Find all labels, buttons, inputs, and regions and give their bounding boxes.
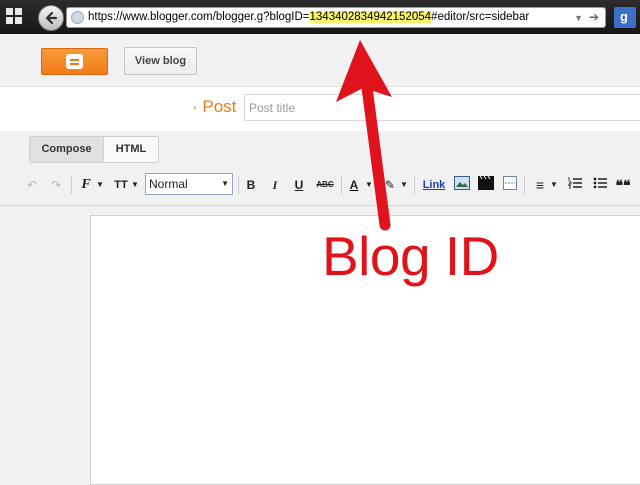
app-header: View blog: [0, 34, 640, 87]
search-engine-button[interactable]: g: [614, 7, 636, 28]
align-icon[interactable]: ≡: [532, 176, 548, 194]
formatting-toolbar: ↶ ↷ F ▼ TT ▼ Normal ▼ B I U ABC A ▼ ✎ ▼ …: [0, 167, 640, 206]
underline-button[interactable]: U: [292, 176, 306, 194]
back-arrow-icon: [45, 11, 58, 25]
format-select-value: Normal: [149, 177, 188, 191]
blogger-icon: [66, 54, 83, 69]
chevron-down-icon[interactable]: ▼: [130, 176, 140, 194]
format-select[interactable]: Normal ▼: [145, 173, 233, 195]
font-family-icon[interactable]: F: [78, 176, 94, 194]
toolbar-divider: [71, 176, 72, 194]
chevron-down-icon: ▼: [221, 179, 229, 188]
toolbar-divider: [238, 176, 239, 194]
browser-bar: https://www.blogger.com/blogger.g?blogID…: [0, 0, 640, 34]
back-button[interactable]: [38, 5, 64, 31]
post-title-input[interactable]: [244, 94, 640, 121]
chevron-down-icon[interactable]: ▼: [574, 13, 583, 23]
windows-icon[interactable]: [6, 8, 24, 26]
view-blog-button[interactable]: View blog: [124, 47, 197, 75]
bold-button[interactable]: B: [244, 176, 258, 194]
bulleted-list-icon[interactable]: [592, 176, 608, 194]
google-icon: g: [620, 9, 628, 24]
chevron-down-icon[interactable]: ▼: [95, 176, 105, 194]
tab-html[interactable]: HTML: [103, 136, 159, 163]
link-button[interactable]: Link: [421, 176, 447, 194]
toolbar-divider: [341, 176, 342, 194]
blogger-logo-button[interactable]: [41, 48, 108, 75]
redo-icon[interactable]: ↷: [48, 176, 64, 194]
chevron-down-icon[interactable]: ▼: [364, 176, 374, 194]
globe-icon: [71, 11, 84, 24]
mode-tabs: Compose HTML: [0, 131, 640, 167]
post-body-editor[interactable]: [90, 215, 640, 485]
blog-id-highlight: 1343402834942152054: [309, 11, 432, 23]
video-icon[interactable]: [478, 175, 494, 194]
font-size-icon[interactable]: TT: [112, 176, 130, 194]
numbered-list-icon[interactable]: [567, 176, 583, 194]
image-icon[interactable]: [454, 176, 470, 194]
undo-icon[interactable]: ↶: [24, 176, 40, 194]
tab-compose[interactable]: Compose: [29, 136, 104, 163]
url-suffix: #editor/src=sidebar: [431, 11, 530, 23]
jump-break-icon[interactable]: [502, 176, 518, 194]
post-title-row: · Post: [0, 87, 640, 132]
italic-button[interactable]: I: [268, 176, 282, 194]
editor-area: [0, 206, 640, 485]
strikethrough-button[interactable]: ABC: [315, 176, 335, 194]
address-bar[interactable]: https://www.blogger.com/blogger.g?blogID…: [66, 7, 606, 28]
go-arrow-icon[interactable]: ➔: [589, 10, 599, 24]
toolbar-divider: [524, 176, 525, 194]
highlight-color-icon[interactable]: ✎: [382, 176, 398, 194]
text-color-button[interactable]: A: [347, 176, 361, 194]
url-prefix: https://www.blogger.com/blogger.g?blogID…: [88, 11, 310, 23]
post-label: · Post: [192, 97, 237, 116]
chevron-down-icon[interactable]: ▼: [549, 176, 559, 194]
quote-icon[interactable]: ❝❝: [615, 176, 631, 194]
toolbar-divider: [414, 176, 415, 194]
chevron-down-icon[interactable]: ▼: [399, 176, 409, 194]
url-text: https://www.blogger.com/blogger.g?blogID…: [88, 11, 529, 23]
